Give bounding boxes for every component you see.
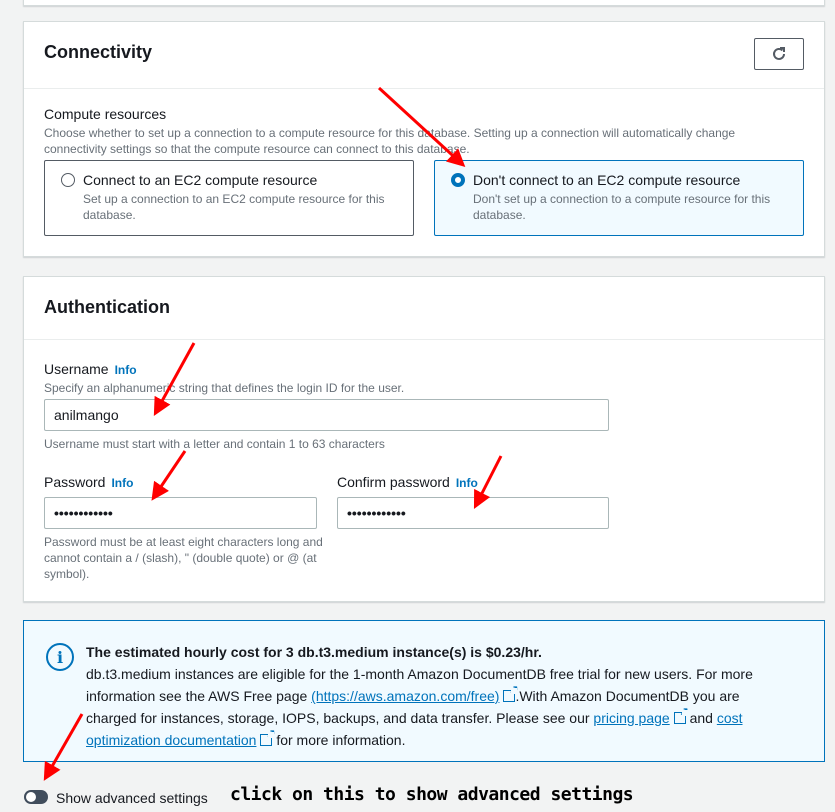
password-input[interactable]: •••••••••••• — [44, 497, 317, 529]
username-label: Username Info — [44, 361, 137, 377]
alert-text-4: for more information. — [272, 732, 406, 748]
info-icon: i — [46, 643, 74, 671]
divider — [24, 88, 824, 89]
divider — [24, 339, 824, 340]
annotation-text: click on this to show advanced settings — [230, 784, 634, 805]
radio-connect-ec2[interactable] — [61, 173, 75, 187]
password-label: Password Info — [44, 474, 133, 490]
external-link-icon — [503, 684, 518, 702]
username-label-text: Username — [44, 361, 109, 377]
alert-text: db.t3.medium instances are eligible for … — [86, 663, 786, 751]
external-link-icon — [673, 706, 689, 724]
alert-title: The estimated hourly cost for 3 db.t3.me… — [86, 644, 542, 660]
username-info-link[interactable]: Info — [115, 363, 137, 377]
username-input[interactable]: anilmango — [44, 399, 609, 431]
advanced-settings-toggle[interactable] — [24, 790, 48, 804]
option-connect-ec2[interactable]: Connect to an EC2 compute resource Set u… — [44, 160, 414, 236]
option-title: Don't connect to an EC2 compute resource — [473, 172, 741, 188]
option-desc: Set up a connection to an EC2 compute re… — [83, 192, 385, 222]
aws-free-link[interactable]: (https://aws.amazon.com/free) — [311, 688, 499, 704]
option-desc: Don't set up a connection to a compute r… — [473, 192, 771, 222]
radio-dont-connect-ec2[interactable] — [451, 173, 465, 187]
option-dont-connect-ec2[interactable]: Don't connect to an EC2 compute resource… — [434, 160, 804, 236]
refresh-icon — [773, 47, 785, 60]
compute-resources-label: Compute resources — [44, 106, 167, 122]
username-hint: Username must start with a letter and co… — [44, 437, 385, 451]
authentication-title: Authentication — [44, 297, 170, 317]
compute-resources-desc: Choose whether to set up a connection to… — [44, 126, 736, 156]
confirm-password-info-link[interactable]: Info — [456, 476, 478, 490]
connectivity-title: Connectivity — [44, 42, 153, 62]
authentication-panel: Authentication Username Info Specify an a… — [23, 276, 825, 602]
alert-body: The estimated hourly cost for 3 db.t3.me… — [86, 641, 786, 751]
confirm-password-label: Confirm password Info — [337, 474, 478, 490]
external-link-icon — [260, 728, 275, 746]
refresh-button[interactable] — [754, 38, 804, 70]
password-info-link[interactable]: Info — [111, 476, 133, 490]
alert-text-3: and — [685, 710, 717, 726]
previous-panel-bottom — [23, 0, 825, 6]
connectivity-panel: Connectivity Compute resources Choose wh… — [23, 21, 825, 257]
username-desc: Specify an alphanumeric string that defi… — [44, 381, 405, 395]
advanced-settings-label: Show advanced settings — [56, 790, 208, 806]
confirm-password-label-text: Confirm password — [337, 474, 450, 490]
option-title: Connect to an EC2 compute resource — [83, 172, 318, 188]
pricing-page-link[interactable]: pricing page — [593, 710, 669, 726]
confirm-password-input[interactable]: •••••••••••• — [337, 497, 609, 529]
password-label-text: Password — [44, 474, 106, 490]
cost-info-alert: i The estimated hourly cost for 3 db.t3.… — [23, 620, 825, 762]
password-hint: Password must be at least eight characte… — [44, 535, 323, 581]
